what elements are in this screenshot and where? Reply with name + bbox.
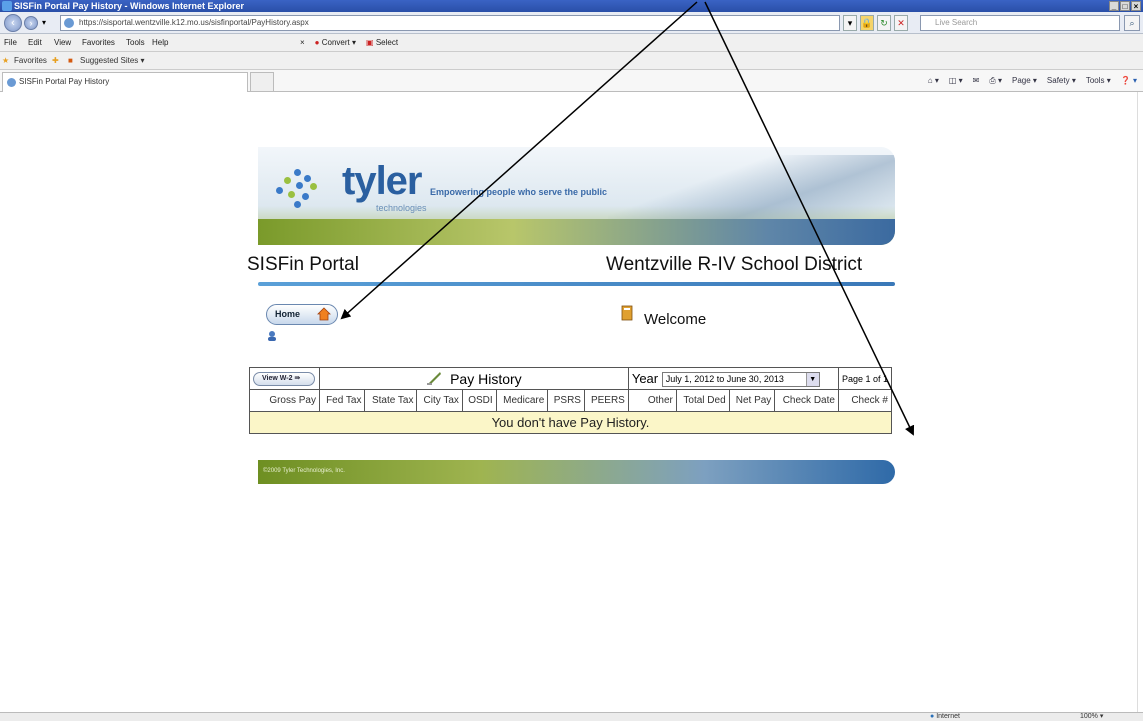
feeds-icon[interactable]: ◫ ▾ <box>949 70 963 92</box>
menu-tools[interactable]: Tools <box>126 34 145 52</box>
maximize-button[interactable]: □ <box>1120 1 1130 11</box>
menu-edit[interactable]: Edit <box>28 34 42 52</box>
col-fed-tax: Fed Tax <box>318 389 366 412</box>
banner-band <box>258 219 895 245</box>
col-check-date: Check Date <box>774 389 839 412</box>
window-titlebar: SISFin Portal Pay History - Windows Inte… <box>0 0 1143 12</box>
search-input[interactable]: Live Search <box>920 15 1120 31</box>
empty-message: You don't have Pay History. <box>249 411 892 434</box>
year-label: Year <box>631 370 659 386</box>
footer-band: ©2009 Tyler Technologies, Inc. <box>258 460 895 484</box>
menu-favorites[interactable]: Favorites <box>82 34 115 52</box>
menu-view[interactable]: View <box>54 34 71 52</box>
search-icon[interactable]: ⌕ <box>1124 15 1140 31</box>
stop-icon[interactable]: ✕ <box>894 15 908 31</box>
menu-file[interactable]: File <box>4 34 17 52</box>
col-city-tax: City Tax <box>416 389 463 412</box>
col-check-number: Check # <box>837 389 893 412</box>
zoom-level[interactable]: 100% ▾ <box>1080 713 1103 721</box>
portal-title: SISFin Portal <box>247 254 359 275</box>
globe-icon: ● <box>930 713 935 720</box>
window-title: SISFin Portal Pay History - Windows Inte… <box>14 1 244 11</box>
favorites-bar: ★ Favorites ✚ ■ Suggested Sites ▾ <box>0 52 1143 70</box>
col-osdi: OSDI <box>461 389 497 412</box>
tools-menu[interactable]: Tools ▾ <box>1086 70 1111 92</box>
favorites-button[interactable]: Favorites <box>14 52 47 70</box>
col-psrs: PSRS <box>547 389 585 412</box>
view-w2-button[interactable]: View W-2 ⇛ <box>253 371 315 386</box>
col-total-ded: Total Ded <box>675 389 730 412</box>
url-input[interactable]: https://sisportal.wentzville.k12.mo.us/s… <box>60 15 840 31</box>
ie-icon <box>2 1 12 11</box>
convert-button[interactable]: ● Convert ▾ <box>315 34 356 52</box>
recent-pages-dropdown[interactable]: ▾ <box>42 18 46 27</box>
page-info: Page 1 of 1 <box>841 373 888 384</box>
tyler-logo-sub: technologies <box>376 203 427 213</box>
status-zone: ● Internet <box>930 713 960 720</box>
pay-history-title: Pay History <box>450 371 522 387</box>
lock-icon[interactable]: 🔒 <box>860 15 874 31</box>
print-icon[interactable]: ⎙ ▾ <box>989 70 1002 92</box>
minimize-button[interactable]: _ <box>1109 1 1119 11</box>
page-menu[interactable]: Page ▾ <box>1012 70 1037 92</box>
address-dropdown-button[interactable]: ▾ <box>843 15 857 31</box>
address-tools: ▾ 🔒 ↻ ✕ <box>843 15 908 31</box>
pay-history-icon <box>427 372 442 385</box>
vertical-scrollbar[interactable] <box>1137 92 1143 712</box>
page-icon <box>64 18 74 28</box>
tab-pay-history[interactable]: SISFin Portal Pay History <box>2 72 248 92</box>
col-other: Other <box>627 389 677 412</box>
house-icon <box>317 307 331 321</box>
empty-row: You don't have Pay History. <box>249 411 892 434</box>
convert-icon: ● <box>314 38 320 47</box>
tyler-banner: tyler technologies Empowering people who… <box>258 147 895 245</box>
mail-icon[interactable]: ✉ <box>973 70 980 92</box>
tyler-logo-dots-icon <box>274 169 324 209</box>
status-bar: ● Internet 100% ▾ <box>0 712 1143 721</box>
tyler-logo: tyler <box>342 159 422 203</box>
banner-tagline: Empowering people who serve the public <box>430 187 608 197</box>
column-header-row: Gross Pay Fed Tax State Tax City Tax OSD… <box>249 389 893 412</box>
favorites-star-icon: ★ <box>2 56 10 65</box>
command-bar: ⌂ ▾ ◫ ▾ ✉ ⎙ ▾ Page ▾ Safety ▾ Tools ▾ ❓ … <box>928 70 1137 92</box>
col-state-tax: State Tax <box>364 389 418 412</box>
pay-history-table: View W-2 ⇛ Pay History Year July 1, 2012… <box>249 367 893 434</box>
menu-help[interactable]: Help <box>152 34 168 52</box>
new-tab-button[interactable] <box>250 72 274 92</box>
forward-button[interactable]: › <box>24 16 38 30</box>
tab-bar: SISFin Portal Pay History ⌂ ▾ ◫ ▾ ✉ ⎙ ▾ … <box>0 70 1143 92</box>
col-gross-pay: Gross Pay <box>249 389 320 412</box>
pay-history-toolbar-row: View W-2 ⇛ Pay History Year July 1, 2012… <box>249 367 893 390</box>
welcome-book-icon <box>621 305 633 321</box>
refresh-icon[interactable]: ↻ <box>877 15 891 31</box>
safety-menu[interactable]: Safety ▾ <box>1047 70 1076 92</box>
col-medicare: Medicare <box>495 389 549 412</box>
suggested-sites-link[interactable]: Suggested Sites ▾ <box>80 52 145 70</box>
district-title: Wentzville R-IV School District <box>606 254 863 275</box>
pdf-toolbar: × ● Convert ▾ ▣ Select <box>300 34 398 52</box>
close-button[interactable]: × <box>1131 1 1141 11</box>
back-button[interactable]: ‹ <box>4 14 22 32</box>
title-divider <box>258 282 895 286</box>
window-controls: _ □ × <box>1109 1 1141 11</box>
select-button[interactable]: ▣ Select <box>366 34 398 52</box>
menu-bar: File Edit View Favorites Tools Help × ● … <box>0 34 1143 52</box>
page-content: tyler technologies Empowering people who… <box>0 92 1143 712</box>
col-peers: PEERS <box>583 389 629 412</box>
user-icon[interactable] <box>266 330 278 342</box>
tab-page-icon <box>7 78 16 87</box>
welcome-text: Welcome <box>644 311 707 328</box>
address-bar: ‹ › ▾ https://sisportal.wentzville.k12.m… <box>0 12 1143 34</box>
select-icon: ▣ <box>366 38 374 47</box>
footer-copyright: ©2009 Tyler Technologies, Inc. <box>263 468 345 474</box>
chevron-down-icon: ▼ <box>805 372 819 386</box>
suggested-sites-icon: ■ <box>68 56 73 65</box>
help-icon[interactable]: ❓ ▾ <box>1121 70 1137 92</box>
close-toolbar-icon[interactable]: × <box>300 34 305 52</box>
home-toolbar-icon[interactable]: ⌂ ▾ <box>928 70 939 92</box>
home-button[interactable]: Home <box>266 304 338 325</box>
col-net-pay: Net Pay <box>728 389 776 412</box>
add-favorite-icon[interactable]: ✚ <box>52 52 59 70</box>
year-select[interactable]: July 1, 2012 to June 30, 2013 ▼ <box>661 371 820 387</box>
